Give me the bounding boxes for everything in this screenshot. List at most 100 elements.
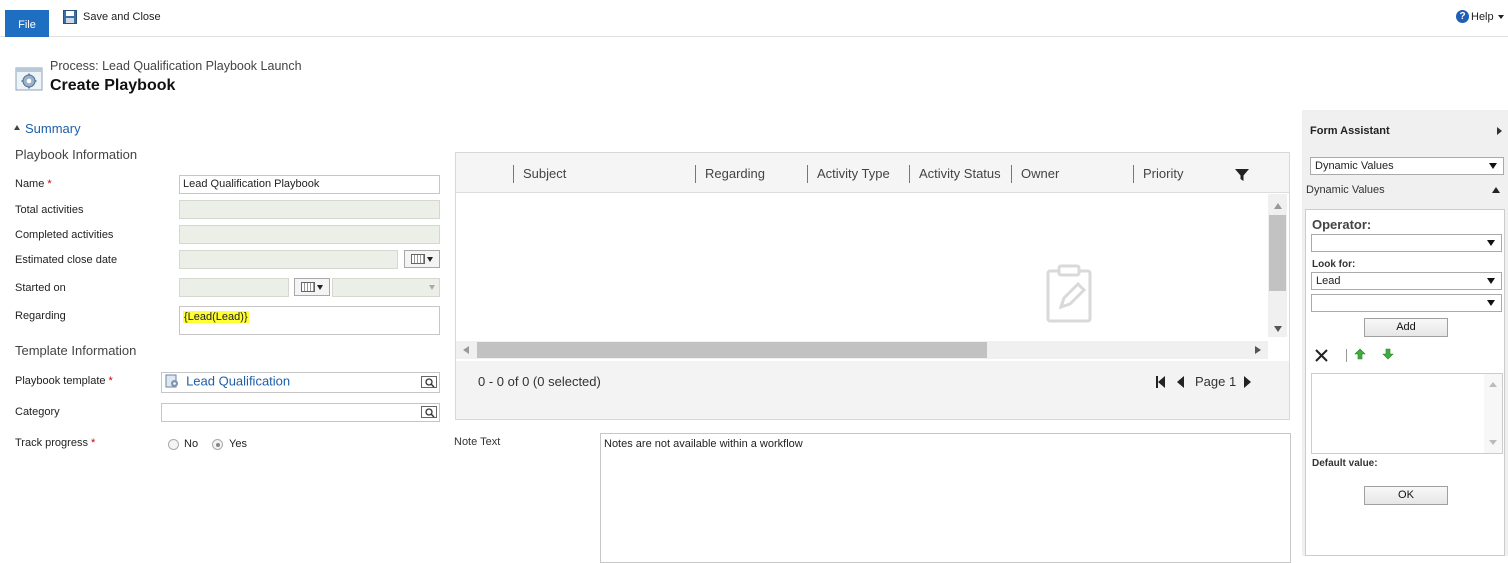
regarding-dynamic-value: {Lead(Lead)} xyxy=(183,311,249,323)
next-page-icon[interactable] xyxy=(1244,376,1251,388)
name-input[interactable]: Lead Qualification Playbook xyxy=(179,175,440,194)
regarding-field[interactable]: {Lead(Lead)} xyxy=(179,306,440,335)
look-for-entity-select[interactable]: Lead xyxy=(1311,272,1502,290)
form-assistant-mode-value: Dynamic Values xyxy=(1315,160,1394,172)
column-activity-type[interactable]: Activity Type xyxy=(807,165,890,183)
collapse-pane-icon[interactable] xyxy=(1497,127,1502,135)
previous-page-icon[interactable] xyxy=(1177,376,1184,388)
chevron-down-icon xyxy=(1497,14,1504,19)
scroll-down-icon[interactable] xyxy=(1274,326,1282,332)
column-activity-status[interactable]: Activity Status xyxy=(909,165,1001,183)
page-number: Page 1 xyxy=(1195,374,1237,389)
collapse-section-icon[interactable] xyxy=(1492,187,1500,193)
horizontal-scrollbar[interactable] xyxy=(456,341,1268,359)
chevron-down-icon xyxy=(1487,300,1495,306)
chevron-down-icon xyxy=(1487,278,1495,284)
process-icon xyxy=(15,67,43,91)
column-regarding[interactable]: Regarding xyxy=(695,165,765,183)
save-and-close-label: Save and Close xyxy=(83,11,161,23)
vertical-scrollbar[interactable] xyxy=(1268,194,1287,337)
track-progress-label-text: Track progress xyxy=(15,437,88,449)
scroll-down-icon[interactable] xyxy=(1489,440,1497,445)
started-on-date-picker[interactable] xyxy=(294,278,330,296)
lookup-icon[interactable] xyxy=(419,373,439,392)
playbook-template-icon xyxy=(165,374,179,388)
dynamic-values-panel: Operator: Look for: Lead Add Default val… xyxy=(1305,209,1505,556)
dynamic-values-section-label: Dynamic Values xyxy=(1306,184,1385,196)
file-menu-button[interactable]: File xyxy=(5,10,49,37)
page-title: Create Playbook xyxy=(50,77,176,94)
total-activities-label: Total activities xyxy=(15,204,84,216)
dynamic-values-list[interactable] xyxy=(1311,373,1503,454)
scroll-up-icon[interactable] xyxy=(1274,203,1282,209)
playbook-information-heading: Playbook Information xyxy=(15,147,138,162)
chevron-down-icon xyxy=(429,285,435,290)
delete-icon[interactable] xyxy=(1315,349,1328,362)
estimated-close-date-label: Estimated close date xyxy=(15,254,118,266)
activities-grid: Subject Regarding Activity Type Activity… xyxy=(455,152,1290,420)
horizontal-scroll-thumb[interactable] xyxy=(477,342,987,358)
track-progress-no-label: No xyxy=(184,438,199,450)
started-on-label: Started on xyxy=(15,282,66,294)
column-priority[interactable]: Priority xyxy=(1133,165,1183,183)
estimated-close-date-field xyxy=(179,250,398,269)
track-progress-yes-radio[interactable] xyxy=(212,439,223,450)
estimated-close-date-picker[interactable] xyxy=(404,250,440,268)
column-subject[interactable]: Subject xyxy=(513,165,566,183)
scroll-left-icon[interactable] xyxy=(463,346,469,354)
chevron-down-icon xyxy=(1489,163,1497,169)
operator-select[interactable] xyxy=(1311,234,1502,252)
note-text-area: Notes are not available within a workflo… xyxy=(600,433,1291,563)
help-icon: ? xyxy=(1456,10,1469,23)
look-for-field-select[interactable] xyxy=(1311,294,1502,312)
calendar-icon xyxy=(411,254,425,264)
chevron-down-icon xyxy=(317,284,323,290)
summary-section-toggle[interactable]: Summary xyxy=(14,121,81,136)
started-on-date-field xyxy=(179,278,289,297)
completed-activities-label: Completed activities xyxy=(15,229,114,241)
required-marker: * xyxy=(108,375,113,387)
lookup-icon[interactable] xyxy=(419,403,439,422)
first-page-arrow-icon[interactable] xyxy=(1158,376,1165,388)
column-owner[interactable]: Owner xyxy=(1011,165,1059,183)
look-for-entity-value: Lead xyxy=(1316,275,1341,287)
track-progress-no-radio[interactable] xyxy=(168,439,179,450)
required-marker: * xyxy=(90,437,96,449)
save-icon xyxy=(63,10,77,24)
look-for-label: Look for: xyxy=(1312,259,1356,270)
completed-activities-field xyxy=(179,225,440,244)
help-button[interactable]: ? Help xyxy=(1456,10,1504,23)
chevron-down-icon xyxy=(427,256,433,262)
name-label-text: Name xyxy=(15,178,45,190)
move-down-icon[interactable] xyxy=(1382,348,1394,360)
toolbar-divider xyxy=(1346,349,1347,362)
form-assistant-mode-select[interactable]: Dynamic Values xyxy=(1310,157,1504,175)
required-marker: * xyxy=(47,178,52,190)
track-progress-field-label: Track progress * xyxy=(15,437,95,449)
template-information-heading: Template Information xyxy=(15,343,137,358)
note-text-label: Note Text xyxy=(454,436,501,448)
form-assistant-title: Form Assistant xyxy=(1310,125,1390,137)
total-activities-field xyxy=(179,200,440,219)
process-label: Process: Lead Qualification Playbook Lau… xyxy=(50,59,302,73)
add-button[interactable]: Add xyxy=(1364,318,1448,337)
scroll-right-icon[interactable] xyxy=(1255,346,1261,354)
grid-footer xyxy=(456,361,1289,419)
ok-button[interactable]: OK xyxy=(1364,486,1448,505)
category-label: Category xyxy=(15,406,60,418)
filter-icon[interactable] xyxy=(1235,168,1249,182)
category-lookup[interactable] xyxy=(161,403,440,422)
vertical-scroll-thumb[interactable] xyxy=(1269,215,1286,291)
scroll-up-icon[interactable] xyxy=(1489,382,1497,387)
collapse-icon xyxy=(14,125,20,130)
save-and-close-button[interactable]: Save and Close xyxy=(63,8,161,26)
list-scrollbar[interactable] xyxy=(1484,374,1502,453)
regarding-label: Regarding xyxy=(15,310,66,322)
move-up-icon[interactable] xyxy=(1354,348,1366,360)
playbook-template-value[interactable]: Lead Qualification xyxy=(186,374,290,389)
started-on-time-field xyxy=(332,278,440,297)
summary-label: Summary xyxy=(25,121,81,136)
track-progress-yes-label: Yes xyxy=(229,438,247,450)
calendar-icon xyxy=(301,282,315,292)
playbook-template-lookup[interactable]: Lead Qualification xyxy=(161,372,440,393)
